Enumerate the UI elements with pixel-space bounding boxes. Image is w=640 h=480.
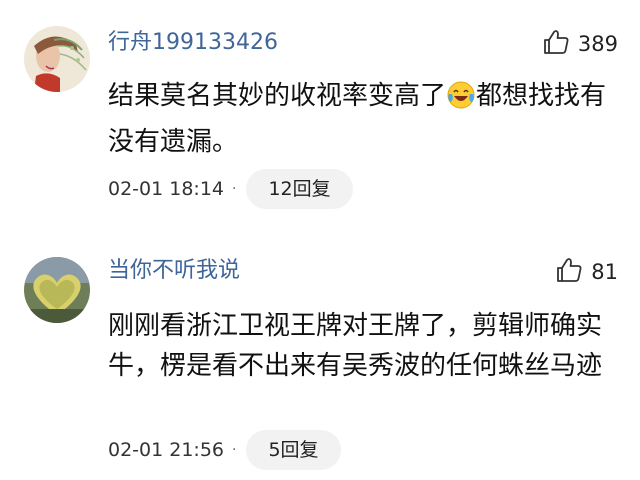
- username[interactable]: 行舟199133426: [108, 30, 278, 56]
- comment-item: 当你不听我说 81 刚刚看浙江卫视王牌对王牌了，剪辑师确实牛，楞是看不出来有吴秀…: [0, 240, 640, 480]
- comment-meta: 02-01 18:14 · 12回复: [108, 169, 353, 209]
- avatar[interactable]: [24, 257, 90, 323]
- like-count: 81: [591, 260, 618, 284]
- comment-text: 刚刚看浙江卫视王牌对王牌了，剪辑师确实牛，楞是看不出来有吴秀波的任何蛛丝马迹: [108, 311, 603, 381]
- comment-date: 02-01 18:14: [108, 178, 225, 200]
- username[interactable]: 当你不听我说: [108, 258, 240, 284]
- reply-button[interactable]: 5回复: [246, 430, 341, 470]
- thumbs-up-icon: [555, 256, 583, 288]
- like-button[interactable]: 389: [542, 29, 618, 59]
- like-count: 389: [577, 32, 618, 56]
- comment-date: 02-01 21:56: [108, 439, 225, 461]
- reply-button[interactable]: 12回复: [246, 169, 353, 209]
- thumbs-up-icon: [542, 28, 570, 60]
- like-button[interactable]: 81: [555, 257, 618, 287]
- separator-dot: ·: [232, 181, 237, 197]
- comment-item: 行舟199133426 389 结果莫名其妙的收视率变高了 都想找找有没有遗漏。: [0, 0, 640, 240]
- separator-dot: ·: [232, 442, 237, 458]
- laughing-crying-emoji-icon: [446, 80, 476, 122]
- avatar[interactable]: [24, 26, 90, 92]
- comment-meta: 02-01 21:56 · 5回复: [108, 430, 341, 470]
- comment-text-part: 结果莫名其妙的收视率变高了: [108, 81, 447, 111]
- comment-text: 结果莫名其妙的收视率变高了 都想找找有没有遗漏。: [108, 76, 618, 162]
- comment-list: 行舟199133426 389 结果莫名其妙的收视率变高了 都想找找有没有遗漏。: [0, 0, 640, 480]
